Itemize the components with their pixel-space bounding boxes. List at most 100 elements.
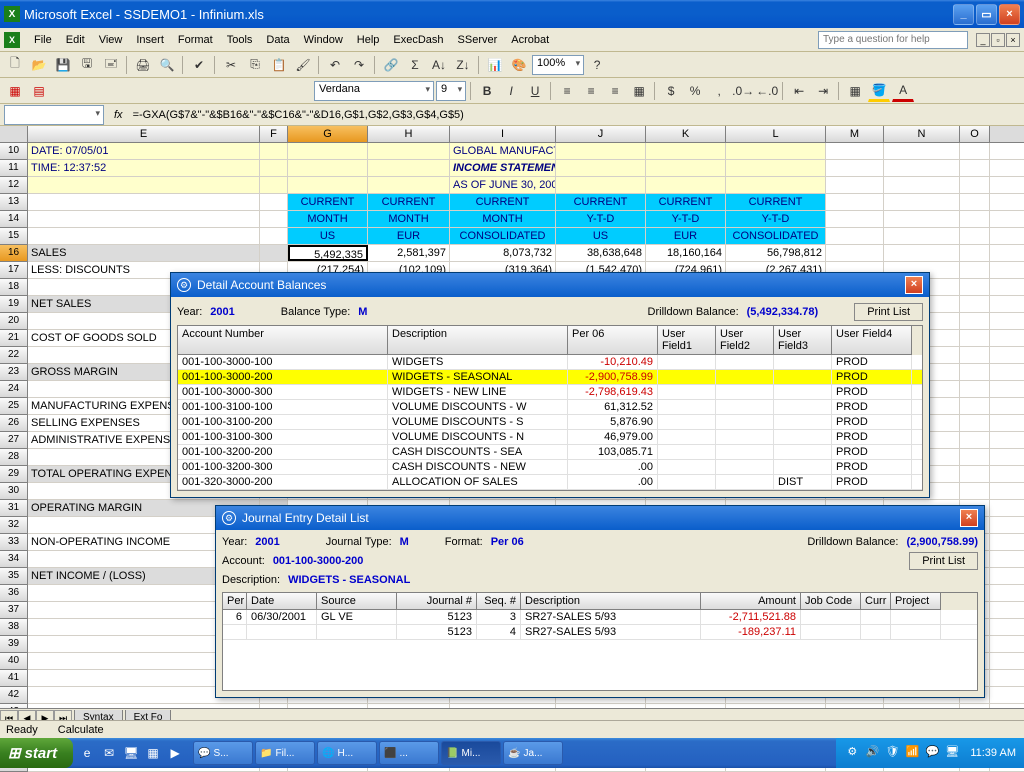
font-name-select[interactable]: Verdana [314, 81, 434, 101]
taskbar-clock[interactable]: 11:39 AM [970, 747, 1016, 759]
print-list-button[interactable]: Print List [854, 303, 923, 321]
row-header-34[interactable]: 34 [0, 551, 27, 568]
ql-ie-icon[interactable]: e [77, 742, 97, 764]
menu-file[interactable]: File [28, 32, 58, 48]
row-header-29[interactable]: 29 [0, 466, 27, 483]
d1-col-header[interactable]: User Field4 [832, 326, 912, 355]
col-header-G[interactable]: G [288, 126, 368, 142]
print-preview-button[interactable]: 🔍 [156, 54, 178, 76]
doc-minimize-button[interactable]: _ [976, 33, 990, 47]
row-header-35[interactable]: 35 [0, 568, 27, 585]
row-header-25[interactable]: 25 [0, 398, 27, 415]
row-header-14[interactable]: 14 [0, 211, 27, 228]
align-center-button[interactable]: ≡ [580, 80, 602, 102]
menu-tools[interactable]: Tools [221, 32, 259, 48]
row-header-41[interactable]: 41 [0, 670, 27, 687]
save-as-button[interactable]: 🖫 [76, 54, 98, 76]
col-header-M[interactable]: M [826, 126, 884, 142]
currency-button[interactable]: $ [660, 80, 682, 102]
tray-icon[interactable]: 🔊 [864, 745, 880, 761]
sort-asc-button[interactable]: A↓ [428, 54, 450, 76]
row-header-30[interactable]: 30 [0, 483, 27, 500]
tray-icon[interactable]: 🖥 [944, 745, 960, 761]
open-button[interactable]: 📂 [28, 54, 50, 76]
help-search-input[interactable] [818, 31, 968, 49]
d1-col-header[interactable]: Per 06 [568, 326, 658, 355]
dialog2-close-button[interactable]: × [960, 509, 978, 527]
decrease-decimal-button[interactable]: ←.0 [756, 80, 778, 102]
sort-desc-button[interactable]: Z↓ [452, 54, 474, 76]
font-size-select[interactable]: 9 [436, 81, 466, 101]
row-header-22[interactable]: 22 [0, 347, 27, 364]
decrease-indent-button[interactable]: ⇤ [788, 80, 810, 102]
borders-button[interactable]: ▦ [844, 80, 866, 102]
row-header-31[interactable]: 31 [0, 500, 27, 517]
close-button[interactable]: × [999, 4, 1020, 25]
row-header-11[interactable]: 11 [0, 160, 27, 177]
taskbar-app-button[interactable]: 🌐H... [317, 741, 377, 765]
drawing-button[interactable]: 🎨 [508, 54, 530, 76]
row-header-27[interactable]: 27 [0, 432, 27, 449]
underline-button[interactable]: U [524, 80, 546, 102]
d2-col-header[interactable]: Amount [701, 593, 801, 610]
account-row[interactable]: 001-100-3000-100WIDGETS-10,210.49PROD [178, 355, 922, 370]
row-header-33[interactable]: 33 [0, 534, 27, 551]
undo-button[interactable]: ↶ [324, 54, 346, 76]
menu-edit[interactable]: Edit [60, 32, 91, 48]
help-button[interactable]: ? [586, 54, 608, 76]
row-header-20[interactable]: 20 [0, 313, 27, 330]
d2-col-header[interactable]: Project [891, 593, 941, 610]
row-header-24[interactable]: 24 [0, 381, 27, 398]
select-all[interactable] [0, 126, 28, 143]
d1-col-header[interactable]: User Field2 [716, 326, 774, 355]
tray-icon[interactable]: 📶 [904, 745, 920, 761]
account-row[interactable]: 001-100-3100-300VOLUME DISCOUNTS - N46,9… [178, 430, 922, 445]
permission-button[interactable]: 🖃 [100, 54, 122, 76]
row-header-16[interactable]: 16 [0, 245, 27, 262]
row-header-40[interactable]: 40 [0, 653, 27, 670]
align-right-button[interactable]: ≡ [604, 80, 626, 102]
row-header-18[interactable]: 18 [0, 279, 27, 296]
d2-col-header[interactable]: Job Code [801, 593, 861, 610]
chart-button[interactable]: 📊 [484, 54, 506, 76]
row-header-38[interactable]: 38 [0, 619, 27, 636]
d1-col-header[interactable]: User Field1 [658, 326, 716, 355]
row-header-32[interactable]: 32 [0, 517, 27, 534]
row-header-42[interactable]: 42 [0, 687, 27, 704]
account-row[interactable]: 001-100-3000-200WIDGETS - SEASONAL-2,900… [178, 370, 922, 385]
row-header-17[interactable]: 17 [0, 262, 27, 279]
menu-execdash[interactable]: ExecDash [387, 32, 449, 48]
d2-col-header[interactable]: Date [247, 593, 317, 610]
journal-row[interactable]: 606/30/2001GL VE51233SR27-SALES 5/93-2,7… [223, 610, 977, 625]
zoom-select[interactable]: 100% [532, 55, 584, 75]
col-header-L[interactable]: L [726, 126, 826, 142]
menu-insert[interactable]: Insert [130, 32, 170, 48]
row-header-36[interactable]: 36 [0, 585, 27, 602]
d2-col-header[interactable]: Journal # [397, 593, 477, 610]
increase-decimal-button[interactable]: .0→ [732, 80, 754, 102]
merge-button[interactable]: ▦ [628, 80, 650, 102]
maximize-button[interactable]: ▭ [976, 4, 997, 25]
menu-acrobat[interactable]: Acrobat [505, 32, 555, 48]
taskbar-app-button[interactable]: ⬛... [379, 741, 439, 765]
col-header-I[interactable]: I [450, 126, 556, 142]
copy-button[interactable]: ⎘ [244, 54, 266, 76]
autosum-button[interactable]: Σ [404, 54, 426, 76]
bold-button[interactable]: B [476, 80, 498, 102]
account-row[interactable]: 001-100-3200-200CASH DISCOUNTS - SEA103,… [178, 445, 922, 460]
increase-indent-button[interactable]: ⇥ [812, 80, 834, 102]
d2-print-button[interactable]: Print List [909, 552, 978, 570]
row-header-23[interactable]: 23 [0, 364, 27, 381]
taskbar-app-button[interactable]: 💬S... [193, 741, 253, 765]
d1-col-header[interactable]: Account Number [178, 326, 388, 355]
account-row[interactable]: 001-100-3100-200VOLUME DISCOUNTS - S5,87… [178, 415, 922, 430]
menu-window[interactable]: Window [298, 32, 349, 48]
col-header-J[interactable]: J [556, 126, 646, 142]
col-header-K[interactable]: K [646, 126, 726, 142]
ql-mail-icon[interactable]: ✉ [99, 742, 119, 764]
d2-col-header[interactable]: Source [317, 593, 397, 610]
row-header-28[interactable]: 28 [0, 449, 27, 466]
menu-format[interactable]: Format [172, 32, 219, 48]
comma-button[interactable]: , [708, 80, 730, 102]
formula-content[interactable]: =-GXA(G$7&"-"&$B16&"-"&$C16&"-"&D16,G$1,… [133, 109, 1020, 121]
